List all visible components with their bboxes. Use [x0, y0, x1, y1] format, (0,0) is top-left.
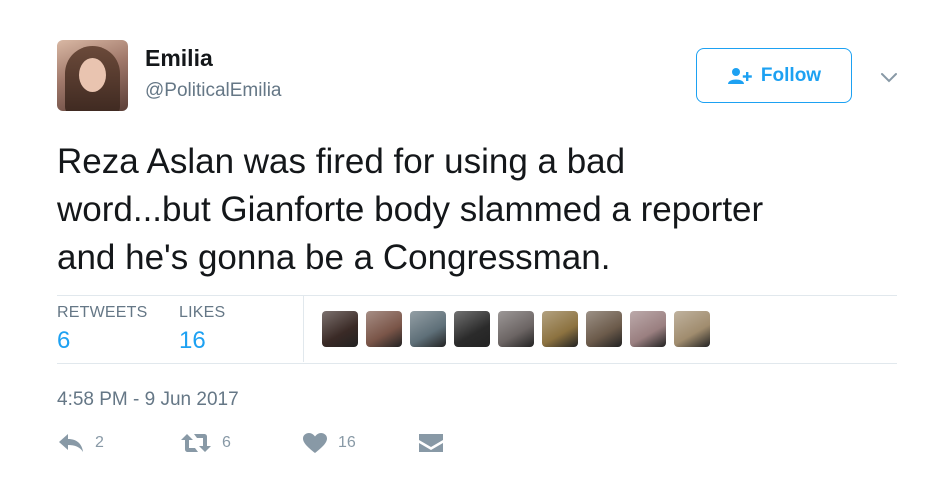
retweets-count[interactable]: 6 — [57, 327, 70, 355]
divider — [57, 363, 897, 364]
user-avatar-3[interactable] — [410, 311, 446, 347]
likes-label[interactable]: LIKES — [179, 304, 225, 322]
divider — [57, 295, 897, 296]
retweet-count: 6 — [222, 434, 231, 451]
likes-count[interactable]: 16 — [179, 327, 206, 355]
envelope-icon — [419, 434, 443, 452]
author-handle[interactable]: @PoliticalEmilia — [145, 80, 282, 102]
user-avatar-2[interactable] — [366, 311, 402, 347]
user-avatar-1[interactable] — [322, 311, 358, 347]
reply-button[interactable]: 2 — [57, 432, 104, 454]
user-avatar-9[interactable] — [674, 311, 710, 347]
tweet-timestamp[interactable]: 4:58 PM - 9 Jun 2017 — [57, 389, 239, 411]
user-avatar-5[interactable] — [498, 311, 534, 347]
like-button[interactable]: 16 — [302, 432, 356, 454]
user-avatar-4[interactable] — [454, 311, 490, 347]
tweet-text-line: and he's gonna be a Congressman. — [57, 238, 611, 277]
user-avatar-6[interactable] — [542, 311, 578, 347]
retweets-label[interactable]: RETWEETS — [57, 304, 148, 322]
stats-divider — [303, 295, 304, 362]
author-name[interactable]: Emilia — [145, 45, 213, 72]
avatar-face — [79, 58, 106, 92]
user-avatar-7[interactable] — [586, 311, 622, 347]
reply-icon — [59, 434, 83, 452]
like-count: 16 — [338, 434, 356, 451]
liker-avatars — [322, 311, 710, 347]
retweet-button[interactable]: 6 — [180, 432, 231, 454]
author-avatar[interactable] — [57, 40, 128, 111]
tweet-text-line: Reza Aslan was fired for using a bad — [57, 142, 626, 181]
follow-button[interactable]: Follow — [696, 48, 852, 103]
retweet-icon — [181, 434, 211, 452]
reply-count: 2 — [95, 434, 104, 451]
follow-button-label: Follow — [760, 64, 822, 86]
direct-message-button[interactable] — [418, 432, 444, 454]
tweet-text: Reza Aslan was fired for using a bad wor… — [57, 138, 917, 282]
heart-icon — [303, 433, 327, 453]
add-user-icon — [727, 67, 752, 84]
user-avatar-8[interactable] — [630, 311, 666, 347]
tweet-text-line: word...but Gianforte body slammed a repo… — [57, 190, 764, 229]
chevron-down-icon[interactable] — [878, 66, 900, 88]
